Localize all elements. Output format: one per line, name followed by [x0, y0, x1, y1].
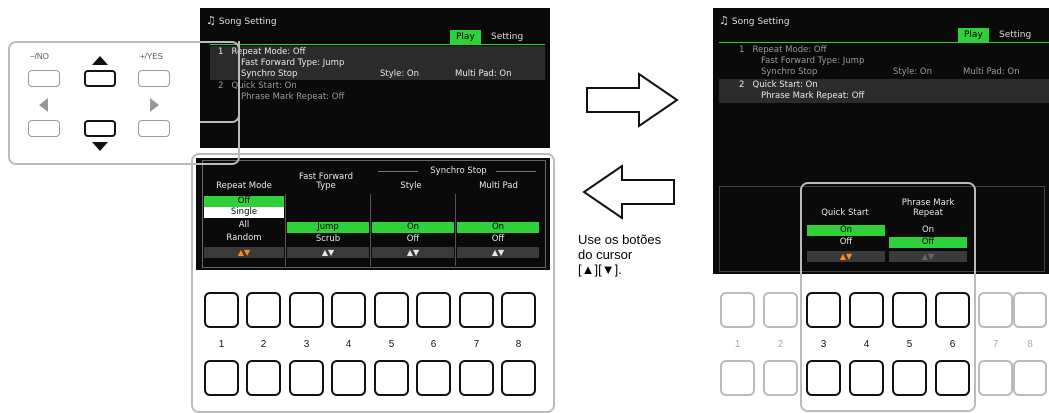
tab-underline [210, 44, 545, 45]
row-phrase-mark-repeat[interactable]: Phrase Mark Repeat: Off [241, 92, 344, 103]
no-button[interactable] [28, 70, 60, 87]
key-number: 7 [473, 339, 480, 350]
key-3-lower[interactable] [806, 360, 841, 396]
key-5-upper[interactable] [892, 292, 927, 328]
yes-button[interactable] [138, 70, 170, 87]
key-number: 4 [345, 339, 352, 350]
key-8-upper[interactable] [1013, 292, 1047, 328]
key-3-upper[interactable] [289, 292, 324, 328]
key-7-upper[interactable] [978, 292, 1013, 328]
key-number: 3 [820, 339, 827, 350]
key-2-upper[interactable] [763, 292, 798, 328]
key-4-upper[interactable] [331, 292, 366, 328]
key-5-lower[interactable] [374, 360, 409, 396]
yes-button-label: +/YES [140, 52, 163, 61]
key-number: 8 [515, 339, 522, 350]
right-arrow-icon [586, 72, 679, 128]
cursor-panel-inner-callout [200, 41, 240, 123]
key-1-lower[interactable] [204, 360, 239, 396]
key-number: 2 [777, 339, 784, 350]
music-note-icon: ♫ [719, 14, 729, 27]
cursor-left-button[interactable] [28, 120, 60, 137]
key-4-upper[interactable] [849, 292, 884, 328]
key-number: 7 [992, 339, 999, 350]
key-4-lower[interactable] [331, 360, 366, 396]
tab-setting[interactable]: Setting [485, 30, 529, 44]
cursor-instruction-caption: Use os botões do cursor [▲][▼]. [578, 232, 662, 277]
no-button-label: −/NO [30, 52, 49, 61]
row-synchro-stop[interactable]: Synchro Stop [241, 69, 297, 80]
key-5-upper[interactable] [374, 292, 409, 328]
key-4-lower[interactable] [849, 360, 884, 396]
tab-setting[interactable]: Setting [993, 28, 1037, 42]
synchro-multipad-value: Multi Pad: On [455, 69, 512, 79]
music-note-icon: ♫ [206, 14, 216, 27]
key-6-upper[interactable] [935, 292, 970, 328]
key-6-lower[interactable] [416, 360, 451, 396]
left-triangle-icon [39, 98, 48, 112]
screen-title: ♫ Song Setting [719, 14, 790, 27]
row-fast-forward-type[interactable]: Fast Forward Type: Jump [241, 58, 344, 69]
row-repeat-mode[interactable]: 1 Repeat Mode: Off [739, 45, 826, 56]
cursor-right-button[interactable] [138, 120, 170, 137]
left-song-setting-screen: ♫ Song Setting Play Setting 1 Repeat Mode… [200, 8, 550, 148]
key-7-lower[interactable] [459, 360, 494, 396]
key-7-upper[interactable] [459, 292, 494, 328]
key-number: 6 [949, 339, 956, 350]
key-2-upper[interactable] [246, 292, 281, 328]
key-number: 5 [388, 339, 395, 350]
synchro-style-value: Style: On [893, 67, 932, 77]
cursor-up-button[interactable] [84, 70, 116, 87]
synchro-multipad-value: Multi Pad: On [963, 67, 1020, 77]
tab-play[interactable]: Play [958, 28, 989, 42]
key-7-lower[interactable] [978, 360, 1013, 396]
key-8-lower[interactable] [1013, 360, 1047, 396]
key-5-lower[interactable] [892, 360, 927, 396]
up-triangle-icon [92, 56, 108, 65]
screen-title: ♫ Song Setting [206, 14, 277, 27]
key-8-lower[interactable] [501, 360, 536, 396]
row-quick-start[interactable]: 2 Quick Start: On [739, 80, 818, 91]
key-3-upper[interactable] [806, 292, 841, 328]
key-number: 1 [734, 339, 741, 350]
key-2-lower[interactable] [246, 360, 281, 396]
row-synchro-stop[interactable]: Synchro Stop [761, 67, 817, 78]
key-number: 3 [303, 339, 310, 350]
key-1-upper[interactable] [720, 292, 755, 328]
left-arrow-icon [582, 164, 675, 220]
key-number: 1 [218, 339, 225, 350]
down-triangle-icon [92, 142, 108, 151]
right-triangle-icon [150, 98, 159, 112]
key-3-lower[interactable] [289, 360, 324, 396]
tab-play[interactable]: Play [450, 30, 481, 44]
key-number: 4 [863, 339, 870, 350]
row-phrase-mark-repeat[interactable]: Phrase Mark Repeat: Off [761, 91, 864, 102]
key-1-lower[interactable] [720, 360, 755, 396]
key-6-lower[interactable] [935, 360, 970, 396]
key-1-upper[interactable] [204, 292, 239, 328]
key-number: 5 [906, 339, 913, 350]
synchro-style-value: Style: On [380, 69, 419, 79]
key-8-upper[interactable] [501, 292, 536, 328]
cursor-down-button[interactable] [84, 120, 116, 137]
key-2-lower[interactable] [763, 360, 798, 396]
key-number: 8 [1027, 339, 1033, 350]
tab-underline [719, 42, 1049, 43]
key-number: 6 [430, 339, 437, 350]
key-6-upper[interactable] [416, 292, 451, 328]
row-fast-forward-type[interactable]: Fast Forward Type: Jump [761, 56, 864, 67]
key-number: 2 [260, 339, 267, 350]
